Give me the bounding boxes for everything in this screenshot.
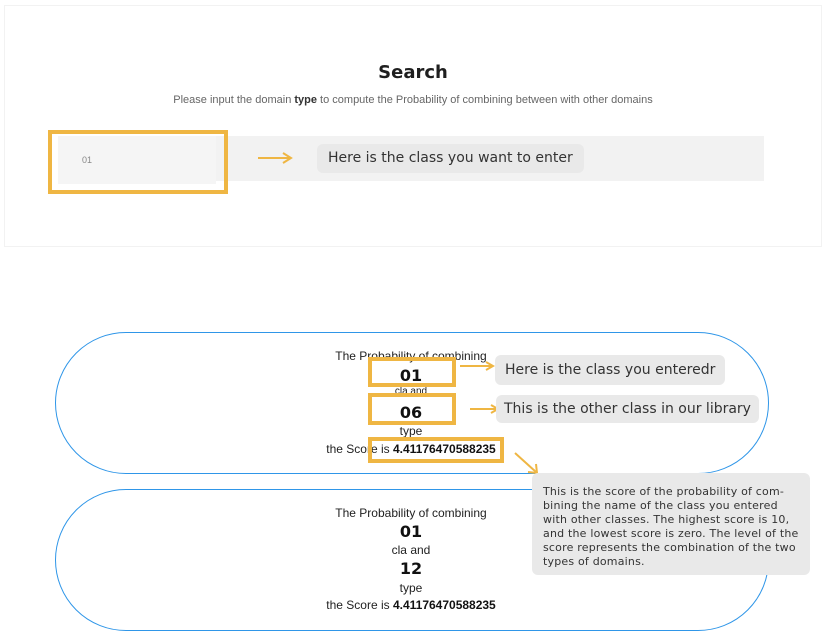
arrow-right-icon	[258, 152, 293, 164]
score-highlight-box	[368, 437, 504, 463]
arrow-right-icon	[460, 361, 496, 371]
result-type-label: type	[399, 581, 423, 595]
result-class-b: 12	[399, 559, 423, 578]
entered-class-annotation: Here is the class you enteredr	[495, 355, 726, 385]
search-subtitle: Please input the domain type to compute …	[173, 94, 653, 106]
result-class-a: 01	[399, 522, 423, 541]
search-title: Search	[378, 62, 448, 83]
result-type-label: type	[399, 424, 423, 438]
score-annotation: This is the score of the probability of …	[532, 473, 810, 575]
result-score: the Score is 4.41176470588235	[326, 598, 496, 612]
other-class-annotation: This is the other class in our library	[496, 395, 759, 423]
class-a-highlight-box	[368, 357, 456, 387]
input-annotation: Here is the class you want to enter	[317, 144, 584, 173]
class-b-highlight-box	[368, 393, 456, 425]
result-connector: cla and	[391, 543, 431, 557]
input-highlight-box	[48, 130, 228, 194]
result-heading: The Probability of combining	[335, 506, 487, 520]
search-card	[4, 5, 822, 247]
